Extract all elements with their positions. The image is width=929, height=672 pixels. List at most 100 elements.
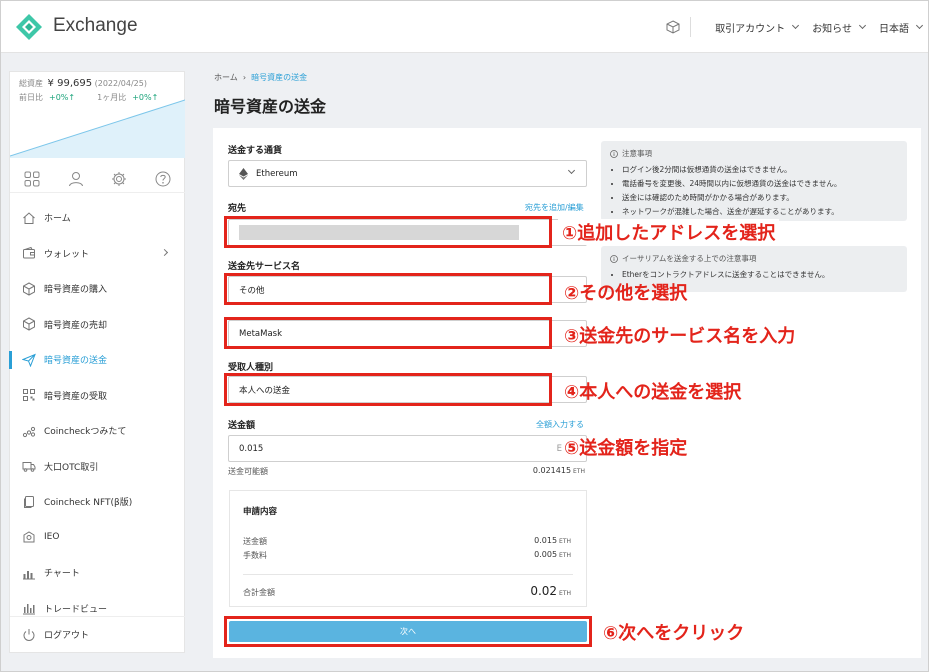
sidebar-item-label: 暗号資産の送金 [44, 356, 108, 367]
box-icon[interactable] [666, 20, 680, 34]
sidebar-item[interactable]: ウォレット [10, 236, 185, 272]
address-edit-link[interactable]: 宛先を追加/編集 [525, 202, 584, 213]
sidebar-item[interactable]: 暗号資産の受取 [10, 378, 185, 414]
currency-select[interactable]: Ethereum [228, 160, 587, 187]
summary-amount: 0.015 ETH [534, 536, 571, 545]
logo-icon[interactable] [15, 13, 43, 41]
account-label: 取引アカウント [715, 23, 786, 35]
address-label: 宛先 [228, 204, 247, 214]
sidebar-item[interactable]: Coincheck NFT(β版) [10, 484, 185, 520]
annotation-2: ②その他を選択 [564, 283, 688, 304]
sidebar-item-label: 大口OTC取引 [44, 462, 99, 473]
available-value: 0.021415 [532, 466, 572, 475]
summary-box: 申請内容 送金額 0.015 ETH 手数料 0.005 ETH 合計金額 0.02… [229, 490, 587, 607]
notes-box: 注意事項 ログイン後2分間は仮想通貨の送金はできません。電話番号を変更後、24時… [601, 141, 907, 221]
logout-label: ログアウト [44, 631, 90, 641]
news-menu[interactable]: お知らせ [812, 20, 867, 35]
help-icon[interactable] [155, 171, 171, 187]
fill-all-link[interactable]: 全額入力する [536, 419, 584, 430]
top-bar: Exchange 取引アカウント お知らせ 日本語 [1, 1, 928, 53]
chevron-down-icon [915, 21, 924, 30]
sidebar-item-label: ウォレット [44, 249, 90, 260]
wallet-icon [23, 247, 35, 259]
home-icon [23, 212, 35, 224]
cube-icon [23, 317, 35, 331]
note-item: ネットワークが混雑した場合、送金が遅延することがあります。 [622, 206, 898, 217]
divider [690, 17, 692, 37]
news-label: お知らせ [812, 23, 852, 35]
page-title: 暗号資産の送金 [214, 97, 327, 116]
ethereum-icon [239, 167, 248, 180]
sidebar-item-label: 暗号資産の購入 [44, 285, 108, 296]
amount-value: 0.015 [239, 443, 264, 454]
amount-unit: E [556, 443, 562, 454]
total-label: 総資産 [19, 79, 43, 88]
highlight-recipient [224, 373, 552, 406]
annotation-5: ⑤送金額を指定 [564, 438, 688, 459]
asset-sparkline [10, 99, 185, 158]
logout-button[interactable]: ログアウト [10, 616, 185, 652]
send-icon [22, 353, 36, 367]
sidebar-item-label: 暗号資産の売却 [44, 320, 108, 331]
info-icon [610, 149, 618, 158]
total-value: ¥ 99,695 [47, 78, 93, 89]
sidebar-item-label: トレードビュー [44, 604, 108, 615]
note-item: 送金には確認のため時間がかかる場合があります。 [622, 192, 898, 203]
app-name: Exchange [53, 15, 138, 36]
chevron-down-icon [858, 21, 867, 30]
summary-fee-label: 手数料 [243, 551, 267, 560]
account-menu[interactable]: 取引アカウント [715, 20, 800, 35]
note-item: ログイン後2分間は仮想通貨の送金はできません。 [622, 164, 898, 175]
sidebar-item[interactable]: 暗号資産の売却 [10, 307, 185, 343]
language-label: 日本語 [879, 23, 909, 35]
user-icon[interactable] [68, 171, 84, 187]
available-label: 送金可能額 [228, 467, 268, 476]
sidebar-item[interactable]: IEO [10, 520, 185, 556]
sidebar-item[interactable]: 大口OTC取引 [10, 449, 185, 485]
chevron-down-icon [792, 21, 800, 30]
annotation-3: ③送金先のサービス名を入力 [564, 326, 796, 347]
sidebar-item-label: IEO [44, 532, 60, 543]
summary-amount-value: 0.015 [534, 536, 558, 545]
sidebar-item-label: チャート [44, 569, 80, 580]
info-icon [610, 254, 618, 263]
annotation-4: ④本人への送金を選択 [564, 382, 742, 403]
summary-total-unit: ETH [559, 590, 571, 597]
sidebar-item-label: Coincheckつみたて [44, 427, 127, 438]
breadcrumb: ホーム › 暗号資産の送金 [214, 73, 308, 82]
amount-input[interactable]: 0.015 E [228, 435, 587, 462]
chart-icon [23, 570, 35, 580]
sidebar-item[interactable]: Coincheckつみたて [10, 413, 185, 449]
grid-icon[interactable] [24, 171, 40, 187]
annotation-6: ⑥次へをクリック [603, 623, 745, 644]
recipient-label: 受取人種別 [228, 363, 274, 373]
sidebar-item[interactable]: 暗号資産の送金 [9, 342, 185, 378]
highlight-address [224, 216, 552, 248]
sidebar-item[interactable]: チャート [10, 555, 185, 591]
note-item: 電話番号を変更後、24時間以内に仮想通貨の送金はできません。 [622, 178, 898, 189]
sidebar-item-label: Coincheck NFT(β版) [44, 498, 133, 509]
summary-amount-unit: ETH [559, 538, 571, 545]
total-date: (2022/04/25) [94, 79, 147, 88]
power-icon [23, 628, 35, 641]
amount-label: 送金額 [228, 421, 256, 431]
annotation-1: ①追加したアドレスを選択 [558, 219, 780, 245]
highlight-next [224, 616, 592, 647]
language-menu[interactable]: 日本語 [879, 20, 924, 35]
notes-list: ログイン後2分間は仮想通貨の送金はできません。電話番号を変更後、24時間以内に仮… [610, 164, 898, 217]
sidebar-item[interactable]: 暗号資産の購入 [10, 271, 185, 307]
gear-icon[interactable] [111, 171, 127, 187]
ieo-icon [23, 531, 35, 543]
currency-label: 送金する通貨 [228, 146, 283, 156]
summary-total-label: 合計金額 [243, 588, 275, 597]
sidebar: 総資産 ¥ 99,695 (2022/04/25) 前日比 +0%↑ 1ヶ月比 +0%… [9, 71, 185, 653]
summary-divider [243, 574, 573, 575]
summary-fee: 0.005 ETH [534, 550, 571, 559]
sidebar-item[interactable]: ホーム [10, 200, 185, 236]
summary-fee-value: 0.005 [534, 550, 558, 559]
breadcrumb-home[interactable]: ホーム [214, 73, 238, 82]
available-unit: ETH [573, 468, 585, 475]
cube-icon [23, 282, 35, 296]
sidebar-item-label: ホーム [44, 214, 71, 225]
highlight-service [224, 273, 552, 305]
